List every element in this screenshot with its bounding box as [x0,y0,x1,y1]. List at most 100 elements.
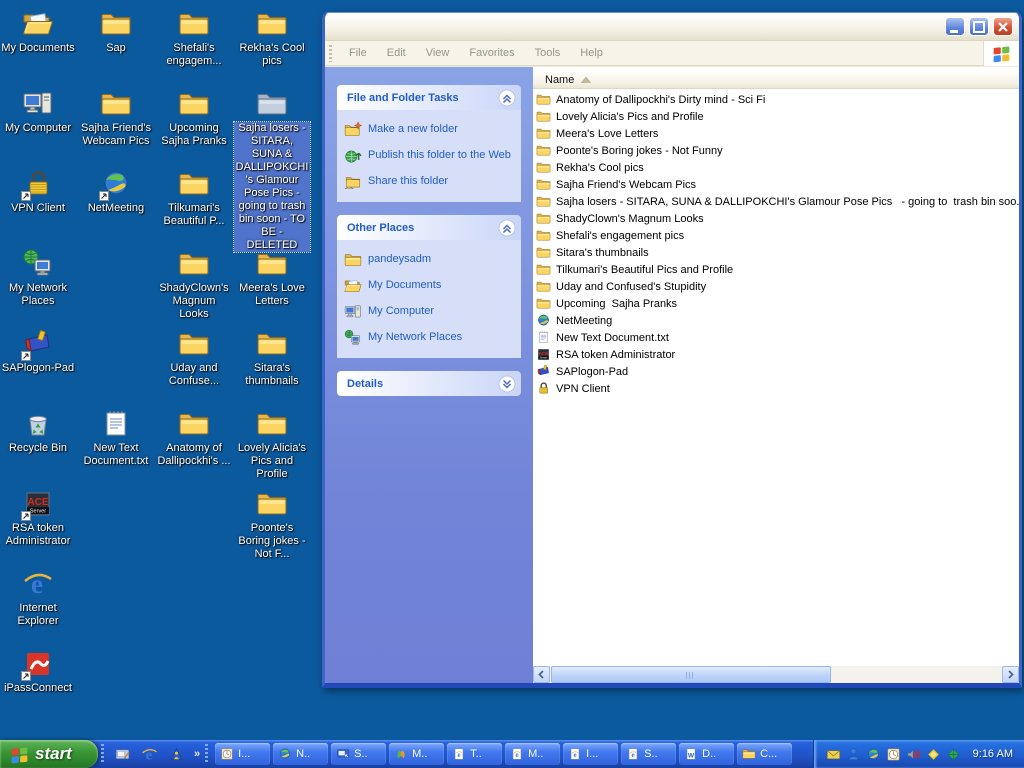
details-header[interactable]: Details [337,371,521,396]
desktop-icon-internet-explorer[interactable]: eInternet Explorer [0,568,76,628]
taskbar-button-6[interactable]: eM.. [505,743,560,765]
desktop-icon-shefali-s-engagem[interactable]: Shefali's engagem... [156,8,232,68]
file-row-anatomy-of-dallipockhi-s-dirty-mind-sci-fi[interactable]: Anatomy of Dallipockhi's Dirty mind - Sc… [533,91,1019,108]
desktop-icon-my-computer[interactable]: My Computer [0,88,76,135]
quick-launch-overflow-chevron[interactable]: » [192,748,202,760]
chevron-down-icon[interactable] [498,375,516,393]
task-publish-this-folder-to-the-web[interactable]: Publish this folder to the Web [344,147,517,165]
desktop-icon-saplogon-pad[interactable]: SAPlogon-Pad [0,328,76,375]
taskbar-clock[interactable]: 9:16 AM [973,748,1013,760]
close-button[interactable] [993,17,1013,36]
desktop-icon-meera-s-love-letters[interactable]: Meera's Love Letters [234,248,310,308]
file-row-meera-s-love-letters[interactable]: Meera's Love Letters [533,125,1019,142]
desktop-icon-sap[interactable]: Sap [78,8,154,55]
desktop-icon-tilkumari-s-beautiful-p[interactable]: Tilkumari's Beautiful P... [156,168,232,228]
desktop-icon-lovely-alicia-s-pics-and-profile[interactable]: Lovely Alicia's Pics and Profile [234,408,310,481]
scroll-right-button[interactable] [1002,666,1019,683]
menu-help[interactable]: Help [570,47,613,59]
scrollbar-track[interactable] [550,666,1002,683]
desktop-icon-new-text-document-txt[interactable]: New Text Document.txt [78,408,154,468]
desktop-icon-sitara-s-thumbnails[interactable]: Sitara's thumbnails [234,328,310,388]
menu-view[interactable]: View [416,47,460,59]
taskbar-button-9[interactable]: WD.. [679,743,734,765]
file-row-sitara-s-thumbnails[interactable]: Sitara's thumbnails [533,244,1019,261]
taskbar-grip[interactable] [101,744,104,764]
menu-favorites[interactable]: Favorites [459,47,524,59]
taskbar-button-2[interactable]: N.. [273,743,328,765]
desktop-icon-netmeeting[interactable]: NetMeeting [78,168,154,215]
taskbar-button-3[interactable]: S.. [331,743,386,765]
desktop-icon-my-documents[interactable]: My Documents [0,8,76,55]
quick-launch-launch-app[interactable] [167,745,186,764]
desktop-icon-recycle-bin[interactable]: Recycle Bin [0,408,76,455]
menu-tools[interactable]: Tools [525,47,571,59]
svg-text:ACE: ACE [27,497,48,508]
folder-icon [536,109,551,124]
task-make-a-new-folder[interactable]: Make a new folder [344,121,517,139]
start-button[interactable]: start [0,740,98,768]
taskbar-button-8[interactable]: eS.. [621,743,676,765]
chevron-up-icon[interactable] [498,89,516,107]
desktop-icon-sajha-friend-s-webcam-pics[interactable]: Sajha Friend's Webcam Pics [78,88,154,148]
task-share-this-folder[interactable]: Share this folder [344,173,517,191]
place-my-computer[interactable]: My Computer [344,303,517,321]
taskbar-button-7[interactable]: eI... [563,743,618,765]
taskbar-grip[interactable] [205,744,208,764]
taskbar-button-5[interactable]: eT.. [447,743,502,765]
tray-diamond-yellow[interactable] [926,747,941,762]
tray-diamond-green[interactable] [946,747,961,762]
file-row-netmeeting[interactable]: NetMeeting [533,312,1019,329]
file-row-shefali-s-engagement-pics[interactable]: Shefali's engagement pics [533,227,1019,244]
tray-mute[interactable] [906,747,921,762]
desktop-icon-vpn-client[interactable]: VPN Client [0,168,76,215]
taskbar-button-1[interactable]: I... [215,743,270,765]
file-folder-tasks-header[interactable]: File and Folder Tasks [337,85,521,110]
desktop-icon-sajha-losers-sitara-suna-dallipokchi-s-gla[interactable]: Sajha losers - SITARA, SUNA & DALLIPOKCH… [234,88,310,252]
tray-messenger[interactable] [846,747,861,762]
file-row-upcoming-sajha-pranks[interactable]: Upcoming Sajha Pranks [533,295,1019,312]
minimize-button[interactable] [945,17,965,36]
place-pandeysadm[interactable]: pandeysadm [344,251,517,269]
scrollbar-thumb[interactable] [551,666,831,683]
desktop-icon-uday-and-confuse[interactable]: Uday and Confuse... [156,328,232,388]
desktop-icon-shadyclown-s-magnum-looks[interactable]: ShadyClown's Magnum Looks [156,248,232,321]
desktop-icon-ipassconnect[interactable]: iPassConnect [0,648,76,695]
taskbar-button-10[interactable]: C... [737,743,792,765]
place-my-documents[interactable]: My Documents [344,277,517,295]
desktop-icon-rekha-s-cool-pics[interactable]: Rekha's Cool pics [234,8,310,68]
tray-mail[interactable] [826,747,841,762]
desktop-icon-poonte-s-boring-jokes-not-f[interactable]: Poonte's Boring jokes - Not F... [234,488,310,561]
menu-edit[interactable]: Edit [377,47,416,59]
file-row-tilkumari-s-beautiful-pics-and-profile[interactable]: Tilkumari's Beautiful Pics and Profile [533,261,1019,278]
iedoc-icon: e [568,747,582,761]
chevron-up-icon[interactable] [498,219,516,237]
file-row-uday-and-confused-s-stupidity[interactable]: Uday and Confused's Stupidity [533,278,1019,295]
maximize-button[interactable] [969,17,989,36]
menubar-grip[interactable] [329,45,332,62]
desktop-icon-upcoming-sajha-pranks[interactable]: Upcoming Sajha Pranks [156,88,232,148]
desktop-icon-rsa-token-administrator[interactable]: ACEServerRSA token Administrator [0,488,76,548]
scroll-left-button[interactable] [533,666,550,683]
file-row-rsa-token-administrator[interactable]: ACEServerRSA token Administrator [533,346,1019,363]
column-header-name[interactable]: Name [533,71,1019,89]
file-row-poonte-s-boring-jokes-not-funny[interactable]: Poonte's Boring jokes - Not Funny [533,142,1019,159]
file-row-new-text-document-txt[interactable]: New Text Document.txt [533,329,1019,346]
desktop-icon-my-network-places[interactable]: My Network Places [0,248,76,308]
quick-launch-internet-explorer[interactable]: e [140,745,159,764]
menu-file[interactable]: File [339,47,377,59]
tray-netmeeting[interactable] [866,747,881,762]
taskbar-button-4[interactable]: M.. [389,743,444,765]
file-row-shadyclown-s-magnum-looks[interactable]: ShadyClown's Magnum Looks [533,210,1019,227]
tray-clockapp[interactable] [886,747,901,762]
file-row-vpn-client[interactable]: VPN Client [533,380,1019,397]
file-row-saplogon-pad[interactable]: SAPlogon-Pad [533,363,1019,380]
window-titlebar[interactable] [325,13,1019,41]
file-row-sajha-friend-s-webcam-pics[interactable]: Sajha Friend's Webcam Pics [533,176,1019,193]
file-row-sajha-losers-sitara-suna-dallipokchi-s-gla[interactable]: Sajha losers - SITARA, SUNA & DALLIPOKCH… [533,193,1019,210]
file-row-rekha-s-cool-pics[interactable]: Rekha's Cool pics [533,159,1019,176]
place-my-network-places[interactable]: My Network Places [344,329,517,347]
file-row-lovely-alicia-s-pics-and-profile[interactable]: Lovely Alicia's Pics and Profile [533,108,1019,125]
other-places-header[interactable]: Other Places [337,215,521,240]
desktop-icon-anatomy-of-dallipockhi-s[interactable]: Anatomy of Dallipockhi's ... [156,408,232,468]
quick-launch-show-desktop[interactable] [113,745,132,764]
